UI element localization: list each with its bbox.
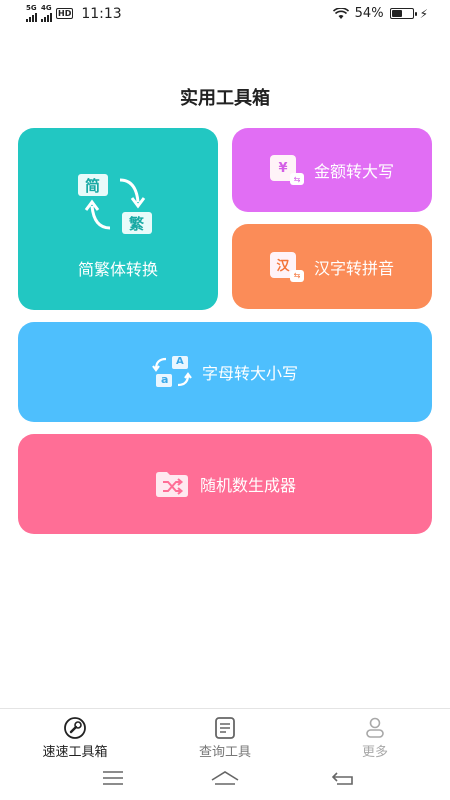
back-icon[interactable] bbox=[332, 770, 354, 786]
network-5g-label: 5G bbox=[26, 4, 37, 12]
letter-case-icon: A a bbox=[152, 356, 192, 388]
hanzi-convert-icon: 汉 ⇆ bbox=[269, 251, 304, 282]
bottom-tab-bar: 速速工具箱 查询工具 更多 bbox=[0, 708, 450, 765]
document-icon bbox=[215, 717, 235, 739]
status-time: 11:13 bbox=[81, 5, 122, 22]
random-number-card[interactable]: 随机数生成器 bbox=[18, 434, 432, 534]
page-title: 实用工具箱 bbox=[180, 88, 270, 109]
signal-5g: 5G bbox=[26, 5, 37, 22]
shuffle-folder-icon bbox=[155, 472, 188, 497]
traditional-glyph: 繁 bbox=[129, 215, 145, 233]
battery-fill bbox=[391, 10, 402, 17]
simplified-traditional-card[interactable]: 简 繁 简繁体转换 bbox=[18, 128, 218, 310]
signal-bars-icon bbox=[41, 12, 52, 22]
hd-badge: HD bbox=[56, 8, 74, 19]
status-left: 5G 4G HD 11:13 bbox=[26, 5, 122, 22]
wifi-icon bbox=[332, 7, 349, 19]
charging-icon: ⚡ bbox=[419, 6, 428, 21]
person-icon bbox=[366, 717, 384, 738]
tab-query[interactable]: 查询工具 bbox=[170, 717, 280, 760]
battery-icon bbox=[389, 8, 417, 19]
system-nav-bar bbox=[0, 764, 450, 800]
simplified-traditional-label: 简繁体转换 bbox=[77, 260, 158, 279]
tab-more-label: 更多 bbox=[361, 745, 388, 760]
battery-percent: 54% bbox=[354, 6, 384, 21]
network-4g-label: 4G bbox=[41, 4, 52, 12]
letter-case-label: 字母转大小写 bbox=[201, 364, 298, 383]
amount-uppercase-label: 金额转大写 bbox=[313, 162, 394, 181]
home-icon[interactable] bbox=[210, 770, 240, 786]
tab-home[interactable]: 速速工具箱 bbox=[20, 717, 130, 760]
swap-icon: ⇆ bbox=[289, 173, 304, 185]
swap-icon: ⇆ bbox=[289, 269, 304, 282]
signal-bars-icon bbox=[26, 12, 37, 22]
tab-more[interactable]: 更多 bbox=[320, 717, 430, 760]
simplified-glyph: 简 bbox=[85, 177, 101, 195]
status-right: 54% ⚡ bbox=[332, 6, 428, 21]
hanzi-pinyin-label: 汉字转拼音 bbox=[313, 258, 394, 278]
hanzi-pinyin-card[interactable]: 汉 ⇆ 汉字转拼音 bbox=[232, 224, 432, 309]
simplified-traditional-icon: 简 繁 bbox=[76, 174, 156, 234]
status-bar: 5G 4G HD 11:13 54% ⚡ bbox=[0, 0, 450, 28]
uppercase-glyph: A bbox=[175, 356, 184, 367]
case-arrows-icon bbox=[152, 356, 192, 387]
tab-home-label: 速速工具箱 bbox=[42, 745, 108, 760]
wrench-icon bbox=[64, 717, 86, 739]
menu-icon[interactable] bbox=[102, 770, 124, 786]
tab-query-label: 查询工具 bbox=[198, 745, 251, 760]
amount-uppercase-card[interactable]: ¥ ⇆ 金额转大写 bbox=[232, 128, 432, 212]
random-number-label: 随机数生成器 bbox=[199, 476, 296, 495]
letter-case-card[interactable]: A a 字母转大小写 bbox=[18, 322, 432, 422]
yuan-convert-icon: ¥ ⇆ bbox=[269, 155, 304, 185]
signal-4g: 4G bbox=[41, 5, 52, 22]
lowercase-glyph: a bbox=[160, 373, 169, 386]
